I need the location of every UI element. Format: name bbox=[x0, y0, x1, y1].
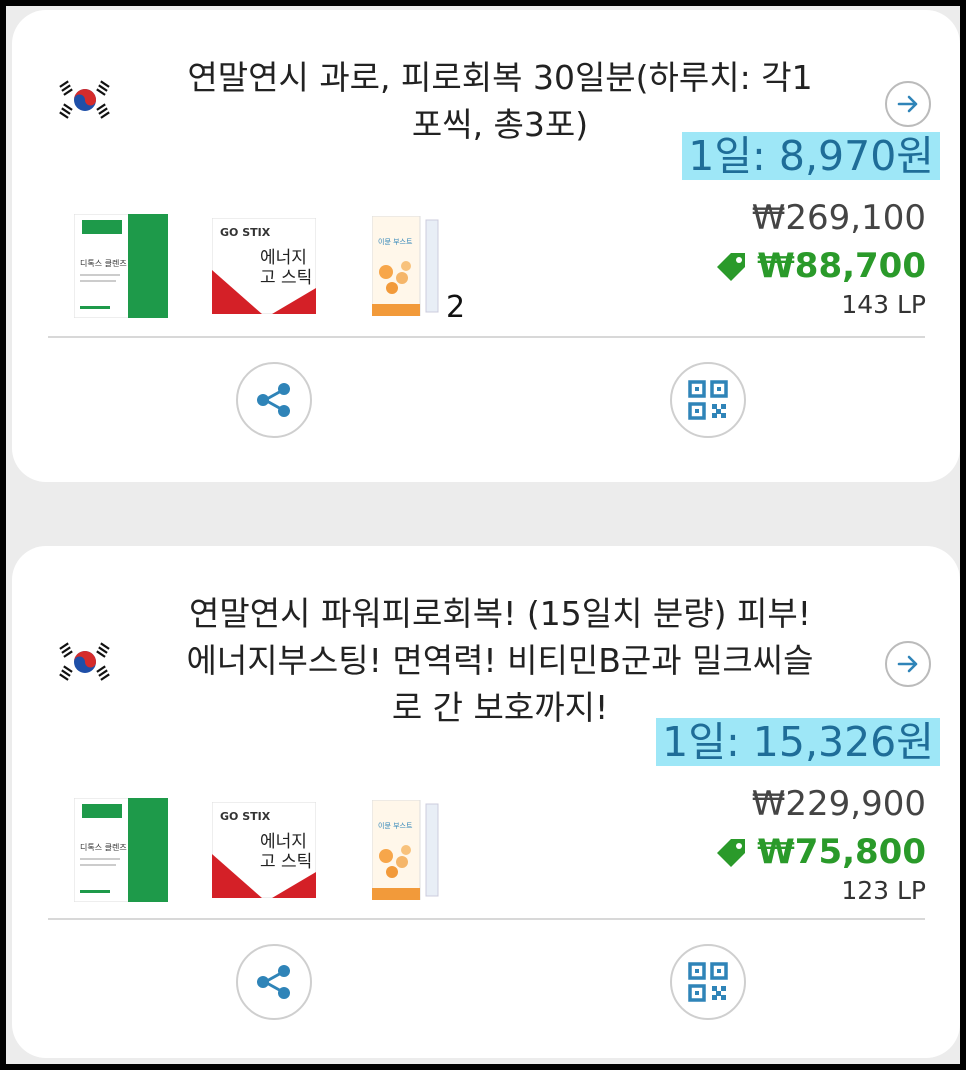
share-button[interactable] bbox=[236, 944, 312, 1020]
svg-text:이뮨 부스트: 이뮨 부스트 bbox=[378, 821, 413, 830]
member-price: ₩75,800 bbox=[715, 832, 926, 872]
daily-price-badge: 1일: 15,326원 bbox=[656, 718, 940, 766]
member-price-value: ₩88,700 bbox=[757, 246, 926, 286]
product-card[interactable]: 연말연시 파워피로회복! (15일치 분량) 피부! 에너지부스팅! 면역력! … bbox=[12, 546, 960, 1058]
svg-text:디톡스 클렌즈: 디톡스 클렌즈 bbox=[80, 258, 127, 268]
share-icon bbox=[257, 965, 290, 999]
svg-text:에너지: 에너지 bbox=[260, 832, 307, 852]
member-price: ₩88,700 bbox=[715, 246, 926, 286]
gostix-energy-box[interactable]: GO STIX 에너지 고 스틱 bbox=[212, 802, 316, 898]
svg-text:고 스틱: 고 스틱 bbox=[260, 852, 312, 872]
open-detail-button[interactable] bbox=[885, 81, 931, 127]
product-card[interactable]: 연말연시 과로, 피로회복 30일분(하루치: 각1 포씩, 총3포) 1일: … bbox=[12, 10, 960, 482]
green-product-box[interactable]: 디톡스 클렌즈 bbox=[74, 214, 168, 318]
product-count-badge: 2 bbox=[446, 290, 466, 325]
share-icon bbox=[257, 383, 290, 417]
korea-flag-icon bbox=[54, 78, 116, 122]
screen: 연말연시 과로, 피로회복 30일분(하루치: 각1 포씩, 총3포) 1일: … bbox=[6, 6, 960, 1064]
qr-code-button[interactable] bbox=[670, 362, 746, 438]
daily-price-badge: 1일: 8,970원 bbox=[682, 132, 940, 180]
svg-text:고 스틱: 고 스틱 bbox=[260, 268, 312, 288]
svg-text:GO STIX: GO STIX bbox=[220, 226, 271, 239]
qr-code-icon bbox=[688, 380, 728, 420]
orange-stick-pouch[interactable]: 이뮨 부스트 bbox=[372, 216, 444, 316]
korea-flag-icon bbox=[54, 640, 116, 684]
green-product-box[interactable]: 디톡스 클렌즈 bbox=[74, 798, 168, 902]
svg-text:에너지: 에너지 bbox=[260, 248, 307, 268]
price-tag-icon bbox=[717, 253, 746, 281]
divider bbox=[48, 918, 925, 920]
product-title: 연말연시 파워피로회복! (15일치 분량) 피부! 에너지부스팅! 면역력! … bbox=[186, 594, 814, 727]
price-tag-icon bbox=[717, 839, 746, 867]
original-price: ₩269,100 bbox=[751, 198, 926, 238]
arrow-right-icon bbox=[897, 655, 918, 673]
open-detail-button[interactable] bbox=[885, 641, 931, 687]
qr-code-icon bbox=[688, 962, 728, 1002]
member-price-value: ₩75,800 bbox=[757, 832, 926, 872]
gostix-energy-box[interactable]: GO STIX 에너지 고 스틱 bbox=[212, 218, 316, 314]
lp-points: 123 LP bbox=[841, 876, 926, 905]
orange-stick-pouch[interactable]: 이뮨 부스트 bbox=[372, 800, 444, 900]
divider bbox=[48, 336, 925, 338]
share-button[interactable] bbox=[236, 362, 312, 438]
lp-points: 143 LP bbox=[841, 290, 926, 319]
svg-text:이뮨 부스트: 이뮨 부스트 bbox=[378, 237, 413, 246]
qr-code-button[interactable] bbox=[670, 944, 746, 1020]
arrow-right-icon bbox=[897, 95, 918, 113]
svg-text:디톡스 클렌즈: 디톡스 클렌즈 bbox=[80, 842, 127, 852]
svg-text:GO STIX: GO STIX bbox=[220, 810, 271, 823]
original-price: ₩229,900 bbox=[751, 784, 926, 824]
